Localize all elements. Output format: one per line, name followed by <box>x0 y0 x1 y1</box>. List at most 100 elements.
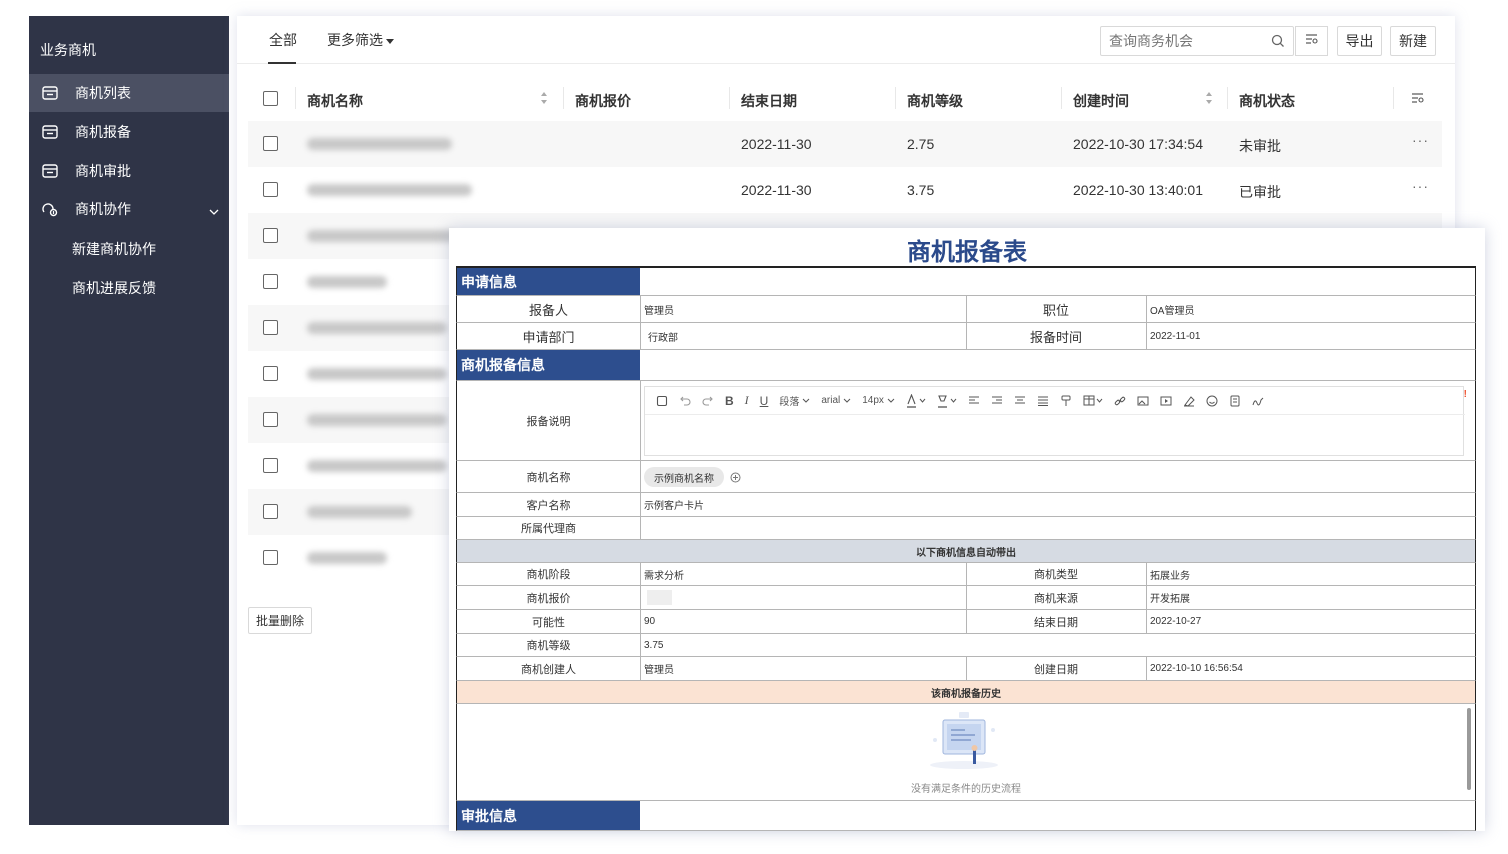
field-label: 报备人 <box>528 302 568 318</box>
column-header-name[interactable]: 商机名称 <box>307 91 363 111</box>
cell-divider <box>1146 586 1147 609</box>
font-size-select[interactable]: 14px <box>862 393 895 409</box>
redo-icon[interactable] <box>702 393 714 409</box>
table-icon[interactable] <box>1083 393 1103 409</box>
row-checkbox[interactable] <box>263 550 278 565</box>
row-checkbox[interactable] <box>263 274 278 289</box>
table-row[interactable]: 2022-11-30 2.75 2022-10-30 17:34:54 未审批 … <box>248 121 1442 167</box>
column-header-status[interactable]: 商机状态 <box>1239 91 1295 111</box>
dept-value[interactable]: 行政部 <box>648 323 958 349</box>
sidebar-subitem-new-collab[interactable]: 新建商机协作 <box>72 239 156 259</box>
batch-delete-button[interactable]: 批量删除 <box>248 607 312 634</box>
field-label: 商机等级 <box>526 640 571 652</box>
sidebar-item-opportunity-list[interactable]: 商机列表 <box>29 74 229 112</box>
blurred-name <box>307 138 452 150</box>
table-row[interactable]: 2022-11-30 3.75 2022-10-30 13:40:01 已审批 … <box>248 167 1442 213</box>
align-justify-icon[interactable] <box>1037 393 1049 409</box>
creator-value: 管理员 <box>644 665 674 676</box>
template-icon[interactable] <box>1229 393 1241 409</box>
row-checkbox[interactable] <box>263 182 278 197</box>
select-all-checkbox[interactable] <box>263 91 278 106</box>
blurred-name <box>307 276 387 288</box>
sidebar-subitem-progress-feedback[interactable]: 商机进展反馈 <box>72 278 156 298</box>
list-box-icon <box>41 84 59 102</box>
align-left-icon[interactable] <box>968 393 980 409</box>
caret-down-icon <box>386 32 394 48</box>
column-settings-icon[interactable] <box>1411 91 1425 109</box>
undo-icon[interactable] <box>679 393 691 409</box>
blurred-name <box>307 552 387 564</box>
video-icon[interactable] <box>1160 393 1172 409</box>
section-header-report: 商机报备信息 <box>456 350 1476 381</box>
rich-text-editor[interactable]: B I U 段落 arial 14px ! <box>644 386 1467 456</box>
tab-more-filters-label: 更多筛选 <box>327 32 383 48</box>
row-checkbox[interactable] <box>263 366 278 381</box>
emoji-icon[interactable] <box>1206 393 1218 409</box>
font-color-icon[interactable] <box>906 393 926 409</box>
blurred-name <box>307 460 447 472</box>
cell-level: 3.75 <box>907 182 935 198</box>
cell-divider <box>640 323 641 349</box>
blurred-name <box>307 506 412 518</box>
paragraph-select[interactable]: 段落 <box>779 393 810 409</box>
font-family-select[interactable]: arial <box>821 393 851 409</box>
clear-format-icon[interactable] <box>1183 393 1195 409</box>
column-divider <box>895 87 896 109</box>
search-input[interactable] <box>1109 33 1269 49</box>
row-checkbox[interactable] <box>263 228 278 243</box>
report-time-value[interactable]: 2022-11-01 <box>1150 323 1470 349</box>
sort-icon[interactable] <box>540 91 548 105</box>
search-icon[interactable] <box>1271 34 1285 53</box>
cell-divider <box>1146 323 1147 349</box>
cell-divider <box>640 461 641 492</box>
underline-icon[interactable]: U <box>760 393 769 409</box>
column-header-end-date[interactable]: 结束日期 <box>741 91 797 111</box>
link-icon[interactable] <box>1114 393 1126 409</box>
column-header-created[interactable]: 创建时间 <box>1073 91 1129 111</box>
sidebar-title: 业务商机 <box>40 42 96 58</box>
bold-icon[interactable]: B <box>725 393 734 409</box>
tab-more-filters[interactable]: 更多筛选 <box>327 30 394 50</box>
opportunity-name-chip[interactable]: 示例商机名称 <box>644 467 724 487</box>
image-icon[interactable] <box>1137 393 1149 409</box>
align-center-icon[interactable] <box>1014 393 1026 409</box>
column-header-price[interactable]: 商机报价 <box>575 91 631 111</box>
filter-tabs: 全部 更多筛选 导出 新建 <box>237 16 1455 64</box>
highlight-color-icon[interactable] <box>937 393 957 409</box>
position-value[interactable]: OA管理员 <box>1150 296 1470 322</box>
select-all-icon[interactable] <box>656 393 668 409</box>
reporter-value[interactable]: 管理员 <box>644 296 964 322</box>
customer-value[interactable]: 示例客户卡片 <box>644 493 1444 516</box>
scrollbar[interactable] <box>1467 708 1471 790</box>
format-painter-icon[interactable] <box>1060 393 1072 409</box>
advanced-filter-button[interactable] <box>1295 26 1328 56</box>
blurred-name <box>307 414 447 426</box>
sidebar-item-opportunity-approval[interactable]: 商机审批 <box>29 152 229 190</box>
italic-icon[interactable]: I <box>745 393 749 409</box>
sidebar-item-opportunity-collab[interactable]: 商机协作 <box>29 190 229 228</box>
form-row: 商机等级 3.75 <box>456 634 1476 657</box>
cell-status: 已审批 <box>1239 184 1281 200</box>
signature-icon[interactable] <box>1252 393 1264 409</box>
tab-all[interactable]: 全部 <box>269 30 297 50</box>
table-header: 商机名称 商机报价 结束日期 商机等级 创建时间 商机状态 <box>248 75 1442 121</box>
row-checkbox[interactable] <box>263 320 278 335</box>
row-checkbox[interactable] <box>263 136 278 151</box>
section-title: 商机报备信息 <box>457 350 640 380</box>
align-right-icon[interactable] <box>991 393 1003 409</box>
row-more-button[interactable]: ··· <box>1412 178 1429 194</box>
sidebar-item-opportunity-report[interactable]: 商机报备 <box>29 113 229 151</box>
row-checkbox[interactable] <box>263 458 278 473</box>
opportunity-report-form: 商机报备表 申请信息 报备人 管理员 职位 OA管理员 申请部门 行政部 报备时… <box>449 228 1485 831</box>
sort-icon[interactable] <box>1205 91 1213 105</box>
export-button[interactable]: 导出 <box>1337 26 1382 56</box>
row-checkbox[interactable] <box>263 504 278 519</box>
column-header-level[interactable]: 商机等级 <box>907 91 963 111</box>
new-button[interactable]: 新建 <box>1390 26 1436 56</box>
cell-divider <box>640 657 641 680</box>
add-circle-icon[interactable] <box>730 470 741 488</box>
row-more-button[interactable]: ··· <box>1412 132 1429 148</box>
font-size-label: 14px <box>862 395 884 406</box>
field-label: 申请部门 <box>522 329 575 345</box>
row-checkbox[interactable] <box>263 412 278 427</box>
